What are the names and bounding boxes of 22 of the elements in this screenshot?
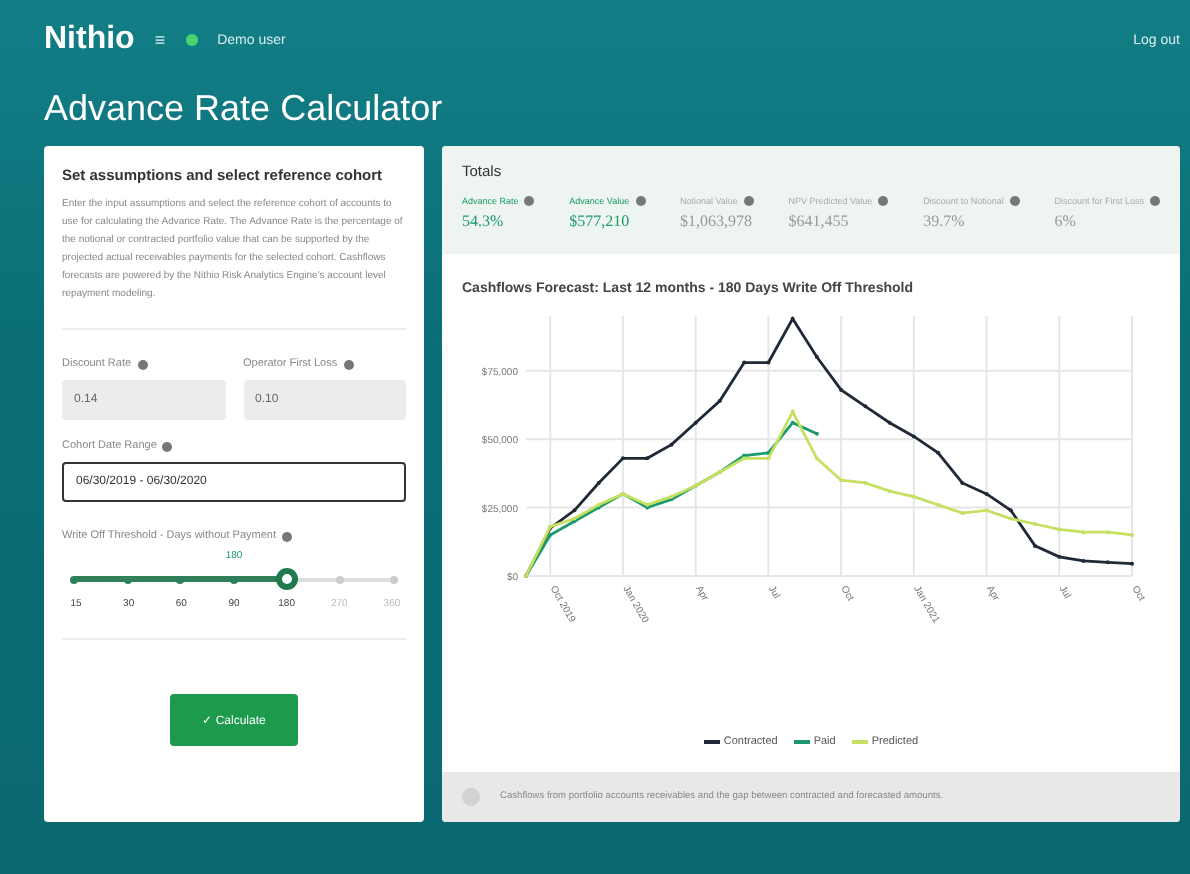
total-value: $641,455 [788,212,851,230]
info-icon[interactable] [1149,196,1160,206]
slider-track[interactable] [74,570,394,590]
total-value: 54.3% [462,212,506,230]
brand-logo[interactable]: Nithio [44,22,135,58]
info-icon[interactable] [524,196,535,206]
total-value: $577,210 [569,212,632,230]
total-value: 39.7% [923,212,967,230]
info-icon[interactable] [282,531,292,541]
menu-icon[interactable]: ≡ [154,30,166,50]
info-icon[interactable] [743,196,754,206]
info-icon[interactable] [343,359,354,369]
slider-thumb[interactable] [276,568,299,590]
info-icon[interactable] [635,196,646,206]
total-value: $1,063,978 [679,212,754,230]
info-icon[interactable] [878,196,889,206]
info-icon[interactable] [137,359,148,369]
page-title: Advance Rate Calculator [44,88,445,130]
info-icon[interactable] [162,441,173,451]
status-dot-icon [185,34,198,46]
total-value: 6% [1054,212,1078,230]
info-icon[interactable] [1009,196,1020,206]
